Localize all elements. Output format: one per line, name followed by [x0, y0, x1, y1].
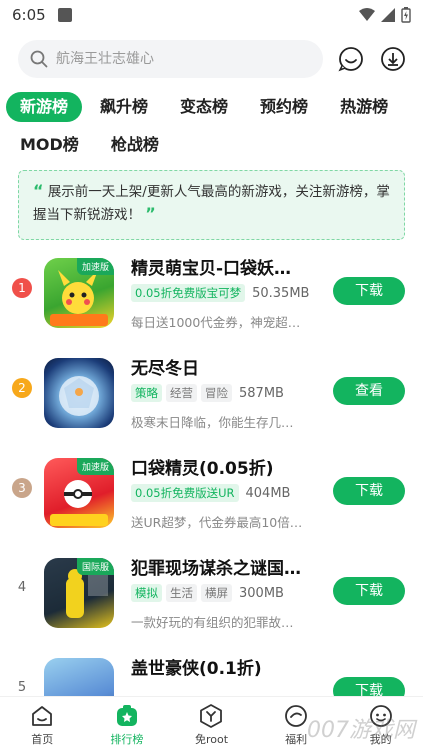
version-badge: 加速版 — [76, 258, 114, 275]
status-time: 6:05 — [12, 6, 46, 24]
game-icon — [44, 358, 114, 428]
list-item[interactable]: 2 无尽冬日 策略 经营 冒险 587MB 极寒末日降临，你能生存几… 查看 — [0, 350, 423, 450]
game-icon: 国际服 — [44, 558, 114, 628]
ranking-description: “ 展示前一天上架/更新人气最高的新游戏，关注新游榜，掌握当下新锐游戏！ ” — [18, 170, 405, 240]
game-tag: 0.05折免费版宝可梦 — [131, 284, 246, 302]
no-root-icon — [200, 704, 223, 728]
game-tags: 0.05折免费版宝可梦 50.35MB — [131, 284, 309, 302]
list-item[interactable]: 3 加速版 口袋精灵(0.05折) 0.05折免费版送UR 404MB 送UR超… — [0, 450, 423, 550]
gift-icon — [285, 705, 307, 727]
download-button[interactable]: 下载 — [333, 277, 405, 305]
view-button[interactable]: 查看 — [333, 377, 405, 405]
download-icon — [381, 47, 405, 71]
game-tag: 策略 — [131, 384, 162, 402]
game-tag: 生活 — [166, 584, 197, 602]
nav-label: 首页 — [31, 733, 54, 746]
tab-row-1: 新游榜 飙升榜 变态榜 预约榜 热游榜 — [6, 92, 416, 122]
game-title: 无尽冬日 — [131, 359, 199, 379]
game-description: 一款好玩的有组织的犯罪故… — [131, 615, 294, 630]
game-size: 587MB — [239, 385, 284, 401]
tab-new-games[interactable]: 新游榜 — [6, 92, 83, 122]
open-quote-icon: “ — [33, 181, 44, 200]
notification-icon — [57, 8, 72, 22]
game-description: 送UR超梦，代金券最高10倍… — [131, 515, 301, 530]
game-title: 盖世豪侠(0.1折) — [131, 659, 262, 679]
game-list: 1 加速版 精灵萌宝贝-口袋妖… 0.05折免费版宝可梦 50.35MB 每日送… — [0, 250, 423, 750]
nav-home[interactable]: 首页 — [0, 697, 85, 752]
watermark: 007游戏网 — [307, 718, 415, 743]
game-size: 404MB — [245, 485, 291, 501]
nav-label: 福利 — [285, 733, 308, 746]
search-row — [18, 40, 407, 78]
game-description: 极寒末日降临，你能生存几… — [131, 415, 294, 430]
home-icon — [32, 706, 53, 726]
game-tag: 横屏 — [201, 584, 232, 602]
tab-reservation[interactable]: 预约榜 — [246, 92, 322, 122]
download-button[interactable]: 下载 — [333, 477, 405, 505]
notice-text: 展示前一天上架/更新人气最高的新游戏，关注新游榜，掌握当下新锐游戏！ — [33, 184, 390, 223]
list-item[interactable]: 4 国际服 犯罪现场谋杀之谜国… 模拟 生活 横屏 300MB 一款好玩的有组织… — [0, 550, 423, 650]
rank-number: 5 — [17, 680, 27, 695]
version-badge: 国际服 — [76, 558, 114, 575]
game-icon: 加速版 — [44, 258, 114, 328]
tab-modded[interactable]: 变态榜 — [166, 92, 242, 122]
ranking-icon — [116, 705, 137, 726]
game-tags: 策略 经营 冒险 587MB — [131, 384, 284, 402]
status-icons — [359, 7, 411, 23]
tab-mod[interactable]: MOD榜 — [6, 130, 93, 160]
rank-badge: 1 — [12, 278, 32, 298]
rank-number: 4 — [17, 580, 27, 595]
signal-icon — [381, 8, 395, 22]
tab-shooter[interactable]: 枪战榜 — [97, 130, 173, 160]
search-input[interactable] — [56, 51, 276, 67]
nav-no-root[interactable]: 免root — [169, 697, 254, 752]
game-tag: 经营 — [166, 384, 197, 402]
game-tags: 模拟 生活 横屏 300MB — [131, 584, 284, 602]
game-tag: 冒险 — [201, 384, 232, 402]
game-title: 口袋精灵(0.05折) — [131, 459, 274, 479]
nav-label: 排行榜 — [110, 733, 144, 746]
wifi-icon — [359, 8, 375, 21]
version-badge: 加速版 — [76, 458, 114, 475]
message-icon — [338, 47, 363, 72]
ranking-tabs: 新游榜 飙升榜 变态榜 预约榜 热游榜 MOD榜 枪战榜 — [6, 92, 416, 168]
tab-rising[interactable]: 飙升榜 — [86, 92, 162, 122]
search-icon — [30, 50, 48, 68]
list-item[interactable]: 1 加速版 精灵萌宝贝-口袋妖… 0.05折免费版宝可梦 50.35MB 每日送… — [0, 250, 423, 350]
download-manager-button[interactable] — [379, 45, 407, 73]
search-box[interactable] — [18, 40, 323, 78]
game-title: 精灵萌宝贝-口袋妖… — [131, 259, 292, 279]
battery-icon — [401, 7, 411, 23]
nav-label: 免root — [194, 733, 229, 746]
tab-row-2: MOD榜 枪战榜 — [6, 130, 416, 160]
close-quote-icon: ” — [145, 204, 156, 223]
status-bar: 6:05 — [0, 0, 423, 30]
game-title: 犯罪现场谋杀之谜国… — [131, 559, 301, 579]
nav-ranking[interactable]: 排行榜 — [85, 697, 170, 752]
game-size: 300MB — [239, 585, 284, 601]
rank-badge: 3 — [12, 478, 32, 498]
rank-badge: 2 — [12, 378, 32, 398]
download-button[interactable]: 下载 — [333, 577, 405, 605]
message-button[interactable] — [337, 45, 365, 73]
game-tag: 0.05折免费版送UR — [131, 484, 239, 502]
game-size: 50.35MB — [252, 285, 310, 301]
game-description: 每日送1000代金券，神宠超… — [131, 315, 301, 330]
game-icon: 加速版 — [44, 458, 114, 528]
game-tags: 0.05折免费版送UR 404MB — [131, 484, 290, 502]
tab-hot[interactable]: 热游榜 — [326, 92, 402, 122]
game-tag: 模拟 — [131, 584, 162, 602]
